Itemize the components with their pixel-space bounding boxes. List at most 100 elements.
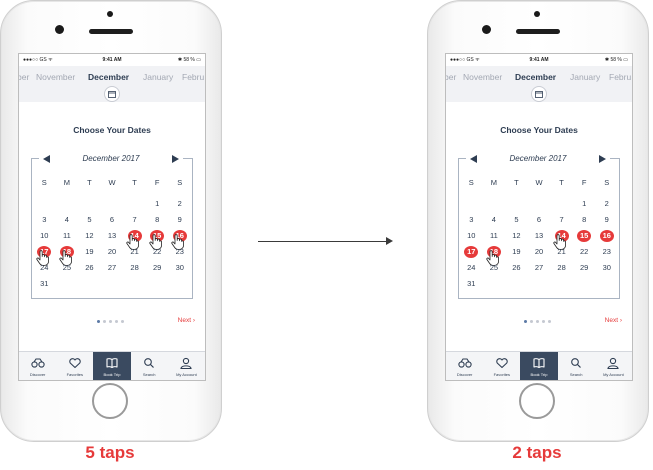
calendar-day-6[interactable]: 6 — [528, 213, 551, 229]
month-tab-february-partial[interactable]: Febru — [182, 72, 204, 82]
calendar-day-22[interactable]: 22 — [573, 245, 596, 261]
next-button[interactable]: Next › — [605, 317, 622, 324]
day-number: 31 — [467, 279, 476, 288]
calendar-day-3[interactable]: 3 — [460, 213, 483, 229]
calendar-day-13[interactable]: 13 — [528, 229, 551, 245]
tab-my-account[interactable]: My Account — [595, 352, 632, 380]
calendar-day-17[interactable]: 17 — [460, 245, 483, 261]
calendar-day-7[interactable]: 7 — [550, 213, 573, 229]
calendar-day-15[interactable]: 15 — [146, 229, 169, 250]
calendar-day-19[interactable]: 19 — [78, 245, 101, 261]
calendar-day-25[interactable]: 25 — [483, 261, 506, 277]
calendar-day-18[interactable]: 18 — [483, 245, 506, 266]
tab-book-trip[interactable]: Book Trip — [93, 352, 131, 380]
frame-edge — [458, 158, 466, 159]
calendar-day-1[interactable]: 1 — [146, 197, 169, 213]
calendar-day-28[interactable]: 28 — [550, 261, 573, 277]
calendar-day-29[interactable]: 29 — [573, 261, 596, 277]
calendar-day-30[interactable]: 30 — [168, 261, 191, 277]
tab-favorites[interactable]: Favorites — [483, 352, 520, 380]
next-button[interactable]: Next › — [178, 317, 195, 324]
sensor-dot — [534, 11, 540, 17]
calendar-day-15[interactable]: 15 — [573, 229, 596, 245]
calendar-day-21[interactable]: 21 — [550, 245, 573, 261]
calendar-day-29[interactable]: 29 — [146, 261, 169, 277]
calendar-day-6[interactable]: 6 — [101, 213, 124, 229]
calendar-day-10[interactable]: 10 — [33, 229, 56, 245]
calendar-day-26[interactable]: 26 — [78, 261, 101, 277]
calendar-day-8[interactable]: 8 — [573, 213, 596, 229]
calendar-day-8[interactable]: 8 — [146, 213, 169, 229]
calendar-day-22[interactable]: 22 — [146, 245, 169, 261]
calendar-day-24[interactable]: 24 — [460, 261, 483, 277]
calendar-day-25[interactable]: 25 — [56, 261, 79, 277]
calendar-day-14[interactable]: 14 — [123, 229, 146, 250]
month-tab-january[interactable]: January — [143, 72, 173, 82]
calendar-day-9[interactable]: 9 — [595, 213, 618, 229]
calendar-day-16[interactable]: 16 — [168, 229, 191, 250]
day-number: 3 — [469, 215, 474, 224]
calendar-day-21[interactable]: 21 — [123, 245, 146, 261]
calendar-day-5[interactable]: 5 — [78, 213, 101, 229]
calendar-day-11[interactable]: 11 — [483, 229, 506, 245]
calendar-day-18[interactable]: 18 — [56, 245, 79, 266]
calendar-day-2[interactable]: 2 — [168, 197, 191, 213]
month-tab-prev-partial[interactable]: ber — [446, 72, 456, 82]
binoculars-icon — [457, 356, 472, 368]
month-tab-december[interactable]: December — [88, 72, 129, 82]
calendar-day-12[interactable]: 12 — [505, 229, 528, 245]
calendar-day-4[interactable]: 4 — [483, 213, 506, 229]
day-number: 7 — [132, 215, 137, 224]
calendar-icon — [104, 86, 120, 102]
day-number: 6 — [536, 215, 542, 224]
next-month-arrow-icon[interactable] — [599, 155, 606, 163]
calendar-day-31[interactable]: 31 — [33, 277, 56, 293]
calendar-day-17[interactable]: 17 — [33, 245, 56, 266]
calendar-day-1[interactable]: 1 — [573, 197, 596, 213]
calendar-day-13[interactable]: 13 — [101, 229, 124, 245]
month-tab-prev-partial[interactable]: ber — [19, 72, 29, 82]
calendar-day-27[interactable]: 27 — [101, 261, 124, 277]
month-tab-november[interactable]: November — [36, 72, 75, 82]
next-month-arrow-icon[interactable] — [172, 155, 179, 163]
tab-discover[interactable]: Discover — [19, 352, 56, 380]
calendar-day-9[interactable]: 9 — [168, 213, 191, 229]
tab-my-account[interactable]: My Account — [168, 352, 205, 380]
calendar-day-2[interactable]: 2 — [595, 197, 618, 213]
calendar-day-4[interactable]: 4 — [56, 213, 79, 229]
tab-favorites[interactable]: Favorites — [56, 352, 93, 380]
calendar-day-5[interactable]: 5 — [505, 213, 528, 229]
calendar-day-empty — [56, 277, 79, 293]
calendar-day-27[interactable]: 27 — [528, 261, 551, 277]
calendar-day-24[interactable]: 24 — [33, 261, 56, 277]
calendar-day-14[interactable]: 14 — [550, 229, 573, 250]
calendar-day-19[interactable]: 19 — [505, 245, 528, 261]
calendar-day-30[interactable]: 30 — [595, 261, 618, 277]
calendar-day-3[interactable]: 3 — [33, 213, 56, 229]
calendar-day-23[interactable]: 23 — [595, 245, 618, 261]
calendar-day-20[interactable]: 20 — [101, 245, 124, 261]
month-tab-february-partial[interactable]: Febru — [609, 72, 631, 82]
calendar-day-empty — [573, 277, 596, 293]
tab-search[interactable]: Search — [558, 352, 595, 380]
calendar-day-10[interactable]: 10 — [460, 229, 483, 245]
calendar-day-12[interactable]: 12 — [78, 229, 101, 245]
tab-discover[interactable]: Discover — [446, 352, 483, 380]
calendar-day-16[interactable]: 16 — [595, 229, 618, 245]
tab-book-trip[interactable]: Book Trip — [520, 352, 558, 380]
calendar-day-empty — [595, 277, 618, 293]
tab-search[interactable]: Search — [131, 352, 168, 380]
calendar-day-31[interactable]: 31 — [460, 277, 483, 293]
calendar-day-11[interactable]: 11 — [56, 229, 79, 245]
month-tab-january[interactable]: January — [570, 72, 600, 82]
calendar-day-23[interactable]: 23 — [168, 245, 191, 261]
month-tab-december[interactable]: December — [515, 72, 556, 82]
calendar-day-20[interactable]: 20 — [528, 245, 551, 261]
month-tab-november[interactable]: November — [463, 72, 502, 82]
calendar-day-empty — [56, 197, 79, 213]
calendar-day-26[interactable]: 26 — [505, 261, 528, 277]
earpiece — [89, 29, 133, 34]
tab-bar: Discover Favorites Book Trip Search My Accou… — [19, 351, 205, 380]
calendar-day-28[interactable]: 28 — [123, 261, 146, 277]
calendar-day-7[interactable]: 7 — [123, 213, 146, 229]
